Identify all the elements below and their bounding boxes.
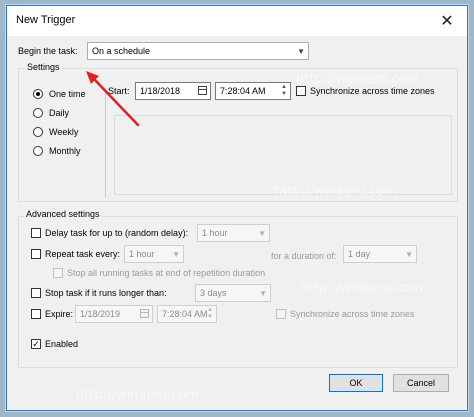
annotation-arrow-icon [86,71,140,127]
